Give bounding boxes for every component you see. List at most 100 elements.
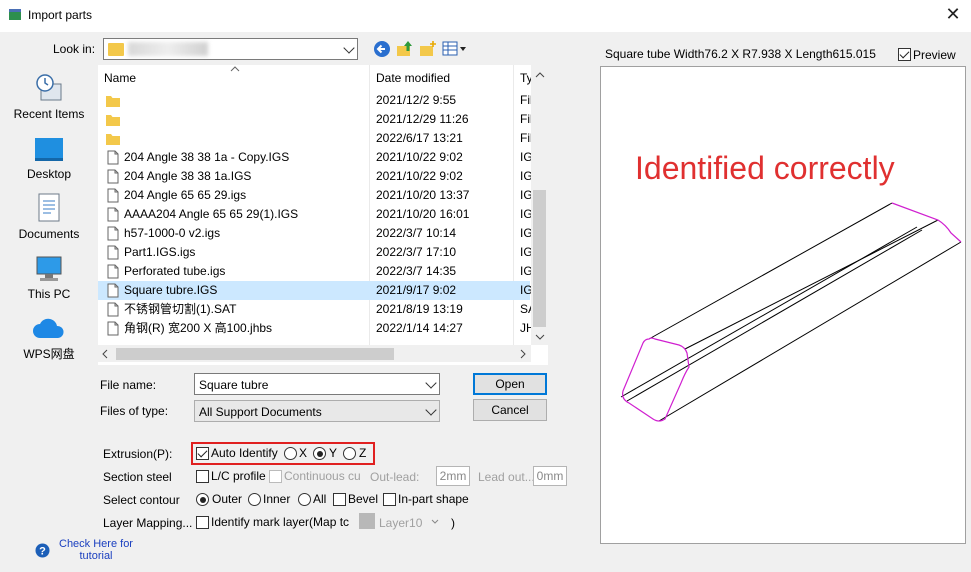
file-date: 2021/12/29 11:26 — [376, 112, 469, 126]
cloud-icon — [33, 318, 64, 338]
continuous-checkbox[interactable] — [269, 470, 282, 483]
file-date: 2022/3/7 17:10 — [376, 245, 457, 259]
place-documents[interactable]: Documents — [6, 192, 92, 241]
extrusion-label: Extrusion(P): — [103, 447, 173, 461]
computer-icon — [36, 256, 62, 281]
new-folder-icon[interactable] — [419, 40, 437, 58]
layer-name: Layer10 — [379, 516, 423, 530]
folder-icon — [108, 43, 124, 56]
outer-radio[interactable] — [196, 493, 209, 506]
vertical-scroll-thumb[interactable] — [533, 190, 546, 327]
scroll-down-icon[interactable] — [535, 334, 545, 340]
horizontal-scroll-thumb[interactable] — [116, 348, 394, 360]
folder-icon — [106, 134, 120, 145]
inner-radio[interactable] — [248, 493, 261, 506]
file-date: 2022/1/14 14:27 — [376, 321, 463, 335]
file-list[interactable]: Name Date modified Ty 2021/12/2 9:55 Fil 2… — [98, 65, 548, 365]
layer-mapping-label[interactable]: Layer Mapping... — [103, 516, 192, 530]
scroll-up-icon[interactable] — [535, 72, 545, 78]
filename-input[interactable]: Square tubre — [194, 373, 440, 395]
chevron-down-icon[interactable] — [425, 377, 437, 389]
close-button[interactable]: ✕ — [942, 3, 964, 25]
lc-profile-label: L/C profile — [211, 469, 266, 483]
file-row[interactable]: 2021/12/29 11:26 Fil — [98, 110, 532, 129]
layer-color-swatch[interactable] — [359, 513, 375, 529]
file-name: Perforated tube.igs — [124, 264, 226, 278]
file-row[interactable]: 不锈钢管切割(1).SAT2021/8/19 13:19SA — [98, 300, 532, 319]
file-icon — [107, 226, 119, 241]
column-header-date[interactable]: Date modified — [376, 65, 450, 91]
column-header-name[interactable]: Name — [104, 65, 136, 91]
file-row[interactable]: 204 Angle 65 65 29.igs 2021/10/20 13:37 IG — [98, 186, 532, 205]
file-row[interactable]: 角钢(R) 宽200 X 高100.jhbs 2022/1/14 14:27 JH — [98, 319, 532, 338]
recent-items-icon — [36, 74, 62, 101]
file-row[interactable]: 204 Angle 38 38 1a.IGS 2021/10/22 9:02 IG — [98, 167, 532, 186]
file-date: 2021/8/19 13:19 — [376, 302, 463, 316]
place-recent-items[interactable]: Recent Items — [6, 72, 92, 121]
file-name: 204 Angle 38 38 1a.IGS — [124, 169, 252, 183]
preview-checkbox[interactable] — [898, 48, 911, 61]
file-row[interactable]: Part1.IGS.igs 2022/3/7 17:10 IG — [98, 243, 532, 262]
place-wps-cloud[interactable]: WPS网盘 — [6, 316, 92, 362]
file-row[interactable]: 204 Angle 38 38 1a - Copy.IGS 2021/10/22 … — [98, 148, 532, 167]
lc-profile-checkbox[interactable] — [196, 470, 209, 483]
leadout-input[interactable]: 0mm — [533, 466, 567, 486]
all-radio[interactable] — [298, 493, 311, 506]
place-label: This PC — [27, 287, 71, 301]
bevel-checkbox[interactable] — [333, 493, 346, 506]
filetype-select[interactable]: All Support Documents — [194, 400, 440, 422]
file-row[interactable]: h57-1000-0 v2.igs 2022/3/7 10:14 IG — [98, 224, 532, 243]
view-menu-icon[interactable] — [442, 40, 468, 58]
help-icon[interactable]: ? — [35, 543, 50, 558]
identify-mark-layer-checkbox[interactable] — [196, 516, 209, 529]
preview-title: Square tube Width76.2 X R7.938 X Length6… — [605, 47, 876, 61]
lookin-dropdown[interactable] — [103, 38, 358, 60]
chevron-down-icon[interactable] — [431, 519, 439, 525]
select-contour-label: Select contour — [103, 493, 180, 507]
folder-name-redacted — [128, 42, 208, 56]
file-name: h57-1000-0 v2.igs — [124, 226, 221, 240]
cancel-button[interactable]: Cancel — [473, 399, 547, 421]
file-name: AAAA204 Angle 65 65 29(1).IGS — [124, 207, 299, 221]
in-part-shape-checkbox[interactable] — [383, 493, 396, 506]
file-date: 2022/3/7 14:35 — [376, 264, 457, 278]
file-icon — [107, 302, 119, 317]
place-label: Desktop — [26, 167, 72, 181]
file-name: Square tubre.IGS — [124, 283, 218, 297]
file-date: 2022/6/17 13:21 — [376, 131, 463, 145]
file-row[interactable]: AAAA204 Angle 65 65 29(1).IGS 2021/10/20 … — [98, 205, 532, 224]
all-label: All — [313, 492, 327, 506]
filename-value: Square tubre — [199, 378, 269, 392]
file-icon — [107, 264, 119, 279]
file-name: 204 Angle 65 65 29.igs — [124, 188, 247, 202]
file-row[interactable]: 2021/12/2 9:55 Fil — [98, 91, 532, 110]
file-icon — [107, 245, 119, 260]
filetype-value: All Support Documents — [199, 405, 322, 419]
file-name: 角钢(R) 宽200 X 高100.jhbs — [124, 321, 273, 335]
window-title: Import parts — [28, 8, 93, 22]
file-row[interactable]: 2022/6/17 13:21 Fil — [98, 129, 532, 148]
section-steel-label: Section steel — [103, 470, 172, 484]
app-icon — [9, 9, 21, 20]
place-this-pc[interactable]: This PC — [6, 254, 92, 301]
up-folder-icon[interactable] — [396, 40, 414, 58]
filetype-label: Files of type: — [100, 404, 169, 418]
chevron-down-icon[interactable] — [425, 404, 437, 416]
place-label: Documents — [18, 227, 80, 241]
inner-label: Inner — [263, 492, 291, 506]
file-row[interactable]: Square tubre.IGS 2021/9/17 9:02 IG — [98, 281, 532, 300]
leadout-label: Lead out... — [478, 470, 535, 484]
scroll-left-icon[interactable] — [102, 349, 108, 359]
tutorial-link[interactable]: Check Here for tutorial — [55, 538, 137, 562]
scroll-right-icon[interactable] — [520, 349, 526, 359]
open-button[interactable]: Open — [473, 373, 547, 395]
file-row[interactable]: Perforated tube.igs 2022/3/7 14:35 IG — [98, 262, 532, 281]
place-desktop[interactable]: Desktop — [6, 136, 92, 181]
lookin-label: Look in: — [53, 42, 96, 56]
file-date: 2021/10/22 9:02 — [376, 150, 463, 164]
highlight-box — [191, 442, 375, 465]
identify-mark-layer-label: Identify mark layer(Map tc — [211, 515, 350, 529]
back-icon[interactable] — [373, 40, 391, 58]
file-date: 2021/10/20 16:01 — [376, 207, 470, 221]
outlead-input[interactable]: 2mm — [436, 466, 470, 486]
